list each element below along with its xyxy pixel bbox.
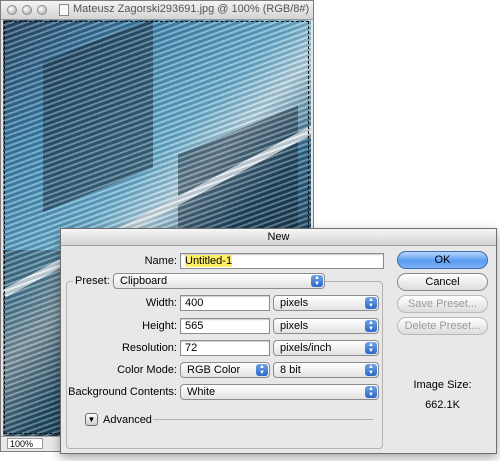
popup-arrows-icon: ▲ ▼ bbox=[365, 342, 377, 354]
popup-arrows-icon: ▲ ▼ bbox=[365, 364, 377, 376]
ok-button[interactable]: OK bbox=[397, 251, 488, 269]
width-label: Width: bbox=[145, 297, 177, 309]
dialog-title: New bbox=[61, 229, 496, 246]
disclosure-triangle-icon[interactable]: ▼ bbox=[85, 413, 98, 426]
width-unit-popup[interactable]: pixels ▲ ▼ bbox=[273, 295, 379, 311]
height-field[interactable]: 565 bbox=[180, 318, 270, 334]
color-mode-popup[interactable]: RGB Color ▲ ▼ bbox=[180, 362, 270, 378]
popup-arrows-icon: ▲ ▼ bbox=[256, 364, 268, 376]
image-size-label: Image Size: bbox=[413, 379, 472, 391]
bit-depth-popup[interactable]: 8 bit ▲ ▼ bbox=[273, 362, 379, 378]
name-value: Untitled-1 bbox=[185, 255, 233, 267]
color-mode-label: Color Mode: bbox=[117, 364, 177, 376]
popup-arrows-icon: ▲ ▼ bbox=[365, 386, 377, 398]
delete-preset-button[interactable]: Delete Preset... bbox=[397, 317, 488, 335]
zoom-field[interactable]: 100% bbox=[7, 438, 43, 449]
width-field[interactable]: 400 bbox=[180, 295, 270, 311]
bit-depth-value: 8 bit bbox=[280, 364, 301, 376]
resolution-label: Resolution: bbox=[121, 342, 177, 354]
advanced-label: Advanced bbox=[103, 414, 152, 426]
width-unit-value: pixels bbox=[280, 297, 309, 309]
resolution-unit-value: pixels/inch bbox=[280, 342, 332, 354]
name-field[interactable]: Untitled-1 bbox=[180, 253, 384, 269]
document-titlebar[interactable]: Mateusz Zagorski293691.jpg @ 100% (RGB/8… bbox=[1, 1, 313, 20]
advanced-divider bbox=[153, 419, 373, 420]
preset-label: Preset: bbox=[73, 275, 112, 287]
popup-arrows-icon: ▲ ▼ bbox=[365, 320, 377, 332]
background-contents-label: Background Contents: bbox=[68, 386, 177, 398]
close-icon[interactable] bbox=[7, 5, 17, 15]
preset-popup[interactable]: Clipboard ▲ ▼ bbox=[113, 273, 325, 289]
document-title: Mateusz Zagorski293691.jpg @ 100% (RGB/8… bbox=[73, 3, 310, 15]
background-contents-popup[interactable]: White ▲ ▼ bbox=[180, 384, 379, 400]
height-unit-value: pixels bbox=[280, 320, 309, 332]
popup-arrows-icon: ▲ ▼ bbox=[311, 275, 323, 287]
zoom-icon[interactable] bbox=[37, 5, 47, 15]
preset-value: Clipboard bbox=[120, 275, 168, 287]
height-label: Height: bbox=[142, 320, 177, 332]
resolution-unit-popup[interactable]: pixels/inch ▲ ▼ bbox=[273, 340, 379, 356]
name-label: Name: bbox=[144, 255, 177, 267]
save-preset-button[interactable]: Save Preset... bbox=[397, 295, 488, 313]
document-icon bbox=[59, 4, 69, 16]
cancel-button[interactable]: Cancel bbox=[397, 273, 488, 291]
minimize-icon[interactable] bbox=[22, 5, 32, 15]
image-size-value: 662.1K bbox=[425, 399, 460, 411]
new-document-dialog: New Name: Untitled-1 Preset: Clipboard ▲… bbox=[60, 228, 497, 454]
height-unit-popup[interactable]: pixels ▲ ▼ bbox=[273, 318, 379, 334]
background-contents-value: White bbox=[187, 386, 216, 398]
color-mode-value: RGB Color bbox=[187, 364, 241, 376]
popup-arrows-icon: ▲ ▼ bbox=[365, 297, 377, 309]
resolution-field[interactable]: 72 bbox=[180, 340, 270, 356]
